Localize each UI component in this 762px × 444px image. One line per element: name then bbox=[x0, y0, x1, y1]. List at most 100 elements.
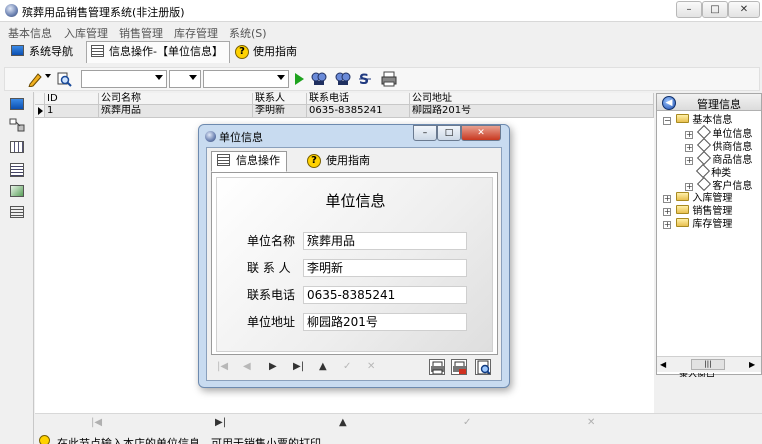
tree-node-basic-info[interactable]: − 基本信息 bbox=[663, 114, 732, 127]
last-record-button[interactable]: ▶| bbox=[215, 417, 226, 428]
tree-label: 客户信息 bbox=[712, 181, 753, 192]
filter-icon[interactable]: S bbox=[357, 71, 373, 87]
chart-icon[interactable] bbox=[10, 185, 24, 197]
row-pointer bbox=[35, 105, 45, 118]
dialog-first-button[interactable]: |◀ bbox=[217, 361, 228, 372]
printer-icon[interactable] bbox=[381, 71, 397, 87]
print-icon[interactable] bbox=[429, 359, 445, 375]
dialog-prior-button[interactable]: ◀ bbox=[243, 361, 251, 372]
operator-select[interactable] bbox=[169, 70, 201, 88]
dialog-maximize-button[interactable]: □ bbox=[437, 125, 461, 141]
menu-basic-info[interactable]: 基本信息 bbox=[8, 25, 52, 41]
dialog-tab-info-operation[interactable]: 信息操作 bbox=[211, 151, 287, 172]
tab-label: 使用指南 bbox=[253, 45, 297, 58]
dialog-minimize-button[interactable]: – bbox=[413, 125, 437, 141]
column-header-company[interactable]: 公司名称 bbox=[99, 93, 253, 105]
expand-icon[interactable]: + bbox=[663, 208, 671, 216]
dialog-post-button[interactable]: ✓ bbox=[343, 361, 351, 372]
tree-node-supplier-info[interactable]: + 供商信息 bbox=[685, 137, 753, 153]
search-icon[interactable] bbox=[56, 71, 72, 87]
tab-label: 系统导航 bbox=[29, 45, 73, 58]
cancel-record-button[interactable]: ✕ bbox=[587, 417, 595, 428]
chevron-down-icon[interactable] bbox=[45, 74, 51, 78]
expand-icon[interactable]: + bbox=[685, 144, 693, 152]
menu-stock-in[interactable]: 入库管理 bbox=[64, 25, 108, 41]
tools-icon[interactable] bbox=[9, 117, 27, 133]
contact-field[interactable]: 李明新 bbox=[303, 259, 467, 277]
menu-system[interactable]: 系统(S) bbox=[229, 25, 267, 41]
table-icon[interactable] bbox=[10, 141, 24, 153]
dialog-last-button[interactable]: ▶| bbox=[293, 361, 304, 372]
column-header-id[interactable]: ID bbox=[45, 93, 99, 105]
toolbar: S bbox=[4, 67, 760, 91]
print-setup-icon[interactable] bbox=[451, 359, 467, 375]
play-icon[interactable] bbox=[293, 72, 305, 86]
close-button[interactable]: ✕ bbox=[728, 1, 760, 18]
expand-icon[interactable]: + bbox=[685, 157, 693, 165]
monitor-icon[interactable] bbox=[10, 98, 24, 110]
dialog-record-navigator: |◀ ◀ ▶ ▶| ▲ ✓ ✕ bbox=[211, 358, 498, 378]
tab-label: 信息操作-【单位信息】 bbox=[109, 45, 223, 58]
dialog-insert-button[interactable]: ▲ bbox=[319, 361, 327, 372]
cell-company[interactable]: 殡葬用品 bbox=[99, 105, 253, 118]
phone-field[interactable]: 0635-8385241 bbox=[303, 286, 467, 304]
panel-header: ◀ 管理信息 bbox=[657, 94, 761, 111]
expand-icon[interactable]: + bbox=[663, 195, 671, 203]
preview-icon[interactable] bbox=[475, 359, 491, 375]
scroll-left-icon[interactable]: ◀ bbox=[660, 360, 666, 369]
dialog-tab-guide[interactable]: ? 使用指南 bbox=[301, 151, 377, 171]
find-icon[interactable] bbox=[311, 71, 327, 87]
document-icon[interactable] bbox=[10, 163, 24, 177]
dialog-next-button[interactable]: ▶ bbox=[269, 361, 277, 372]
cell-phone[interactable]: 0635-8385241 bbox=[307, 105, 410, 118]
menu-inventory[interactable]: 库存管理 bbox=[174, 25, 218, 41]
field-label-phone: 联系电话 bbox=[247, 288, 296, 302]
column-header-contact[interactable]: 联系人 bbox=[253, 93, 307, 105]
row-pointer-icon bbox=[38, 107, 43, 115]
list-icon[interactable] bbox=[10, 206, 24, 218]
scroll-thumb[interactable]: ||| bbox=[691, 359, 725, 370]
row-indicator-header bbox=[35, 93, 45, 105]
tab-info-operation[interactable]: 信息操作-【单位信息】 bbox=[86, 41, 230, 63]
insert-record-button[interactable]: ▲ bbox=[339, 417, 347, 428]
expand-icon[interactable]: + bbox=[663, 221, 671, 229]
minimize-button[interactable]: – bbox=[676, 1, 702, 18]
tree-node-product-info[interactable]: + 商品信息 bbox=[685, 150, 752, 166]
scroll-right-icon[interactable]: ▶ bbox=[749, 360, 755, 369]
cell-contact[interactable]: 李明新 bbox=[253, 105, 307, 118]
tab-guide[interactable]: ? 使用指南 bbox=[230, 41, 304, 63]
tree-label: 销售管理 bbox=[692, 206, 733, 217]
tree-label: 库存管理 bbox=[692, 219, 733, 230]
tree-node-unit-info[interactable]: + 单位信息 bbox=[685, 124, 752, 140]
address-field[interactable]: 柳园路201号 bbox=[303, 313, 467, 331]
collapse-icon[interactable]: − bbox=[663, 117, 671, 125]
value-select[interactable] bbox=[203, 70, 289, 88]
unit-name-field[interactable]: 殡葬用品 bbox=[303, 232, 467, 250]
dialog-body: 信息操作 ? 使用指南 单位信息 单位名称 殡葬用品 联 系 人 李明新 联系电… bbox=[206, 147, 502, 381]
dialog-title: 单位信息 bbox=[219, 131, 263, 144]
column-header-phone[interactable]: 联系电话 bbox=[307, 93, 410, 105]
menu-sales[interactable]: 销售管理 bbox=[119, 25, 163, 41]
horizontal-scrollbar[interactable]: ◀ ||| ▶ bbox=[657, 356, 761, 372]
tab-navigation[interactable]: 系统导航 bbox=[6, 41, 80, 63]
first-record-button[interactable]: |◀ bbox=[91, 417, 102, 428]
column-header-address[interactable]: 公司地址 bbox=[410, 93, 654, 105]
back-arrow-icon[interactable]: ◀ bbox=[662, 96, 676, 110]
dialog-close-button[interactable]: ✕ bbox=[461, 125, 501, 141]
pencil-icon[interactable] bbox=[27, 71, 43, 87]
field-select[interactable] bbox=[81, 70, 167, 88]
cell-address[interactable]: 柳园路201号 bbox=[410, 105, 654, 118]
dialog-cancel-button[interactable]: ✕ bbox=[367, 361, 375, 372]
maximize-button[interactable]: □ bbox=[702, 1, 728, 18]
post-record-button[interactable]: ✓ bbox=[463, 417, 471, 428]
expand-icon[interactable]: + bbox=[685, 131, 693, 139]
tree-label: 供商信息 bbox=[712, 142, 753, 153]
cell-id[interactable]: 1 bbox=[45, 105, 99, 118]
tree-node-customer-info[interactable]: + 客户信息 bbox=[685, 176, 753, 192]
chevron-down-icon bbox=[277, 75, 285, 80]
tree-node-sales[interactable]: + 销售管理 bbox=[663, 205, 732, 218]
expand-icon[interactable]: + bbox=[685, 183, 693, 191]
tree-node-inventory[interactable]: + 库存管理 bbox=[663, 218, 732, 231]
tree-node-stock-in[interactable]: + 入库管理 bbox=[663, 192, 732, 205]
find-next-icon[interactable] bbox=[335, 71, 351, 87]
